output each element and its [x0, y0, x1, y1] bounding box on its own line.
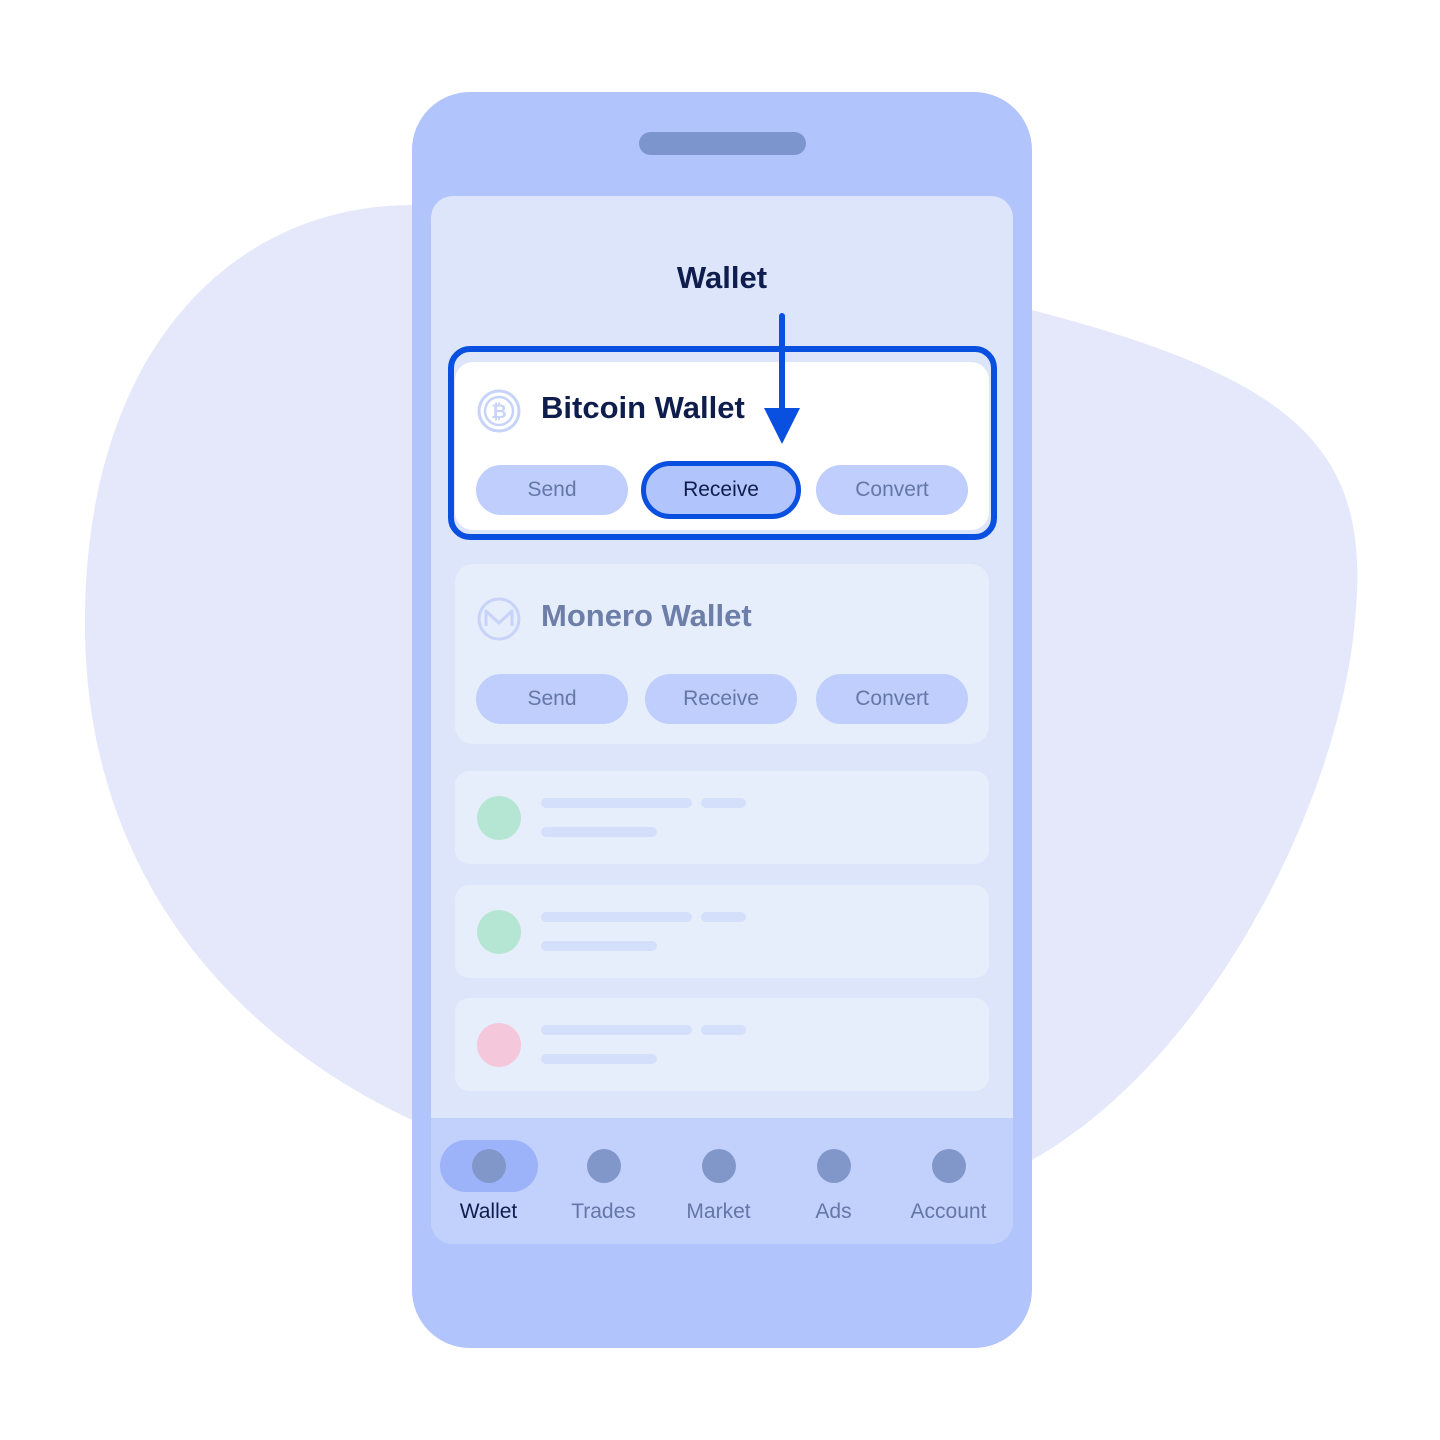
phone-speaker	[639, 132, 806, 155]
nav-item-account[interactable]: Account	[891, 1118, 1006, 1244]
avatar	[477, 910, 521, 954]
placeholder-line	[701, 912, 746, 922]
nav-item-ads[interactable]: Ads	[776, 1118, 891, 1244]
nav-label: Market	[686, 1200, 751, 1223]
list-item[interactable]	[455, 771, 989, 864]
wallet-icon	[471, 1149, 506, 1183]
placeholder-line	[541, 1025, 692, 1035]
avatar	[477, 1023, 521, 1067]
nav-label: Ads	[815, 1200, 852, 1223]
highlight-frame	[448, 346, 997, 540]
convert-button[interactable]: Convert	[816, 674, 968, 724]
wallet-card-monero: Monero Wallet Send Receive Convert	[455, 564, 989, 744]
nav-item-wallet[interactable]: Wallet	[431, 1118, 546, 1244]
wallet-name: Monero Wallet	[541, 598, 752, 633]
nav-label: Account	[910, 1200, 987, 1223]
placeholder-line	[541, 912, 692, 922]
placeholder-line	[541, 1054, 657, 1064]
list-item[interactable]	[455, 998, 989, 1091]
ads-icon	[816, 1149, 851, 1183]
placeholder-line	[541, 941, 657, 951]
app-screen: Wallet ₿ Bitcoin Wallet Send Receive Con…	[431, 196, 1013, 1244]
trades-icon	[586, 1149, 621, 1183]
receive-button[interactable]: Receive	[645, 674, 797, 724]
bottom-navigation: Wallet Trades Market Ads Account	[431, 1118, 1013, 1244]
placeholder-line	[701, 1025, 746, 1035]
avatar	[477, 796, 521, 840]
send-button[interactable]: Send	[476, 674, 628, 724]
phone-mockup: Wallet ₿ Bitcoin Wallet Send Receive Con…	[412, 92, 1032, 1348]
down-arrow-icon	[764, 313, 800, 444]
market-icon	[701, 1149, 736, 1183]
nav-item-trades[interactable]: Trades	[546, 1118, 661, 1244]
placeholder-line	[701, 798, 746, 808]
page-title: Wallet	[676, 260, 768, 295]
nav-item-market[interactable]: Market	[661, 1118, 776, 1244]
list-item[interactable]	[455, 885, 989, 978]
account-icon	[931, 1149, 966, 1183]
placeholder-line	[541, 827, 657, 837]
nav-label: Trades	[571, 1200, 636, 1223]
monero-icon	[477, 597, 521, 641]
nav-label: Wallet	[459, 1200, 518, 1223]
placeholder-line	[541, 798, 692, 808]
